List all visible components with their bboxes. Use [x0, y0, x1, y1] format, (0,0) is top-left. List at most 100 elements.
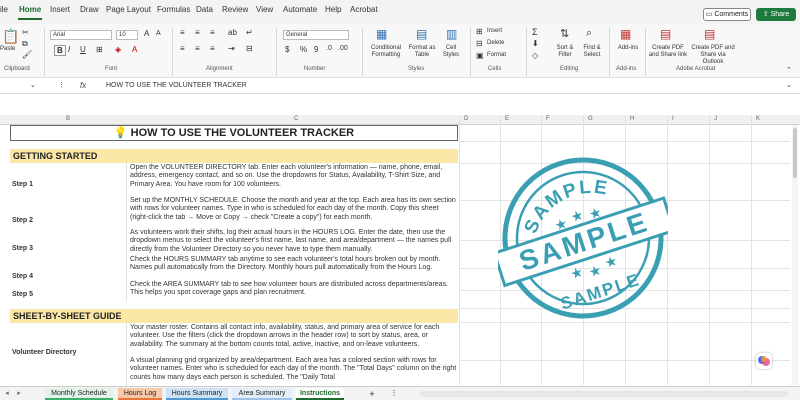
- section-header-sheet-guide[interactable]: SHEET-BY-SHEET GUIDE: [10, 309, 458, 323]
- cell-styles-button[interactable]: Cell Styles: [439, 45, 463, 59]
- column-header[interactable]: B: [66, 116, 70, 122]
- create-pdf-icon[interactable]: ▤: [660, 27, 671, 41]
- menu-draw[interactable]: Draw: [80, 5, 99, 14]
- share-button[interactable]: ⇪ Share: [756, 8, 796, 21]
- step-text[interactable]: As volunteers work their shifts, log the…: [130, 229, 458, 254]
- tab-hours-log[interactable]: Hours Log: [118, 388, 162, 400]
- step-text[interactable]: Check the AREA SUMMARY tab to see how vo…: [130, 281, 458, 298]
- guide-text[interactable]: Your master roster. Contains all contact…: [130, 324, 458, 349]
- step-label[interactable]: Step 3: [12, 245, 33, 252]
- sort-filter-icon[interactable]: ⇅: [560, 27, 569, 40]
- number-format-select[interactable]: General: [283, 30, 349, 40]
- cell-styles-icon[interactable]: ▥: [446, 27, 457, 41]
- create-pdf-outlook-button[interactable]: Create PDF and Share via Outlook: [690, 45, 736, 66]
- menu-acrobat[interactable]: Acrobat: [350, 5, 378, 14]
- clear-icon[interactable]: ◇: [532, 51, 538, 60]
- addins-icon[interactable]: ▦: [620, 27, 631, 41]
- menu-home[interactable]: Home: [19, 5, 41, 14]
- decrease-font-icon[interactable]: A: [156, 30, 161, 37]
- italic-button[interactable]: I: [68, 45, 70, 54]
- increase-decimal-icon[interactable]: .0: [326, 45, 332, 52]
- menu-file[interactable]: ile: [0, 5, 8, 14]
- menu-data[interactable]: Data: [196, 5, 213, 14]
- delete-cells-icon[interactable]: ⊟: [476, 39, 483, 48]
- create-pdf-share-link-button[interactable]: Create PDF and Share link: [648, 45, 688, 59]
- column-header[interactable]: E: [505, 116, 509, 122]
- fill-icon[interactable]: ⬇: [532, 39, 539, 48]
- bold-button[interactable]: B: [54, 45, 66, 56]
- cut-icon[interactable]: ✂: [22, 28, 29, 37]
- step-label[interactable]: Step 4: [12, 273, 33, 280]
- format-cells-icon[interactable]: ▣: [476, 51, 484, 60]
- format-table-icon[interactable]: ▤: [416, 27, 427, 41]
- copy-icon[interactable]: ⧉: [22, 39, 28, 49]
- delete-cells-button[interactable]: Delete: [487, 40, 504, 47]
- tab-instructions[interactable]: Instructions: [296, 388, 344, 400]
- font-name-select[interactable]: Arial: [50, 30, 112, 40]
- step-text[interactable]: Check the HOURS SUMMARY tab anytime to s…: [130, 256, 458, 273]
- step-label[interactable]: Step 5: [12, 291, 33, 298]
- more-sheets-icon[interactable]: ⋮: [390, 388, 398, 400]
- autosum-icon[interactable]: Σ: [532, 27, 538, 37]
- step-label[interactable]: Step 2: [12, 217, 33, 224]
- merge-icon[interactable]: ⊟: [246, 44, 253, 53]
- column-header[interactable]: G: [588, 116, 593, 122]
- align-right-icon[interactable]: ≡: [210, 44, 215, 53]
- sort-filter-button[interactable]: Sort & Filter: [553, 45, 577, 59]
- insert-cells-button[interactable]: Insert: [487, 28, 502, 35]
- orientation-icon[interactable]: ab: [228, 28, 237, 37]
- step-text[interactable]: Set up the MONTHLY SCHEDULE. Choose the …: [130, 197, 458, 222]
- tab-scroll-right-icon[interactable]: ▸: [14, 388, 24, 400]
- formula-content[interactable]: HOW TO USE THE VOLUNTEER TRACKER: [106, 82, 247, 89]
- align-middle-icon[interactable]: ≡: [195, 28, 200, 37]
- addins-button[interactable]: Add-ins: [614, 45, 642, 52]
- collapse-ribbon-icon[interactable]: ⌃: [786, 66, 792, 74]
- create-pdf-outlook-icon[interactable]: ▤: [704, 27, 715, 41]
- percent-button[interactable]: %: [300, 45, 307, 54]
- borders-icon[interactable]: ⊞: [96, 45, 103, 54]
- paste-label[interactable]: Paste: [0, 46, 15, 53]
- fill-color-icon[interactable]: ◈: [115, 45, 121, 54]
- title-cell[interactable]: 💡 HOW TO USE THE VOLUNTEER TRACKER: [10, 125, 458, 141]
- name-box-dropdown-icon[interactable]: ⌄: [30, 81, 36, 89]
- menu-formulas[interactable]: Formulas: [157, 5, 190, 14]
- format-cells-button[interactable]: Format: [487, 52, 506, 59]
- expand-formula-icon[interactable]: ⌄: [786, 81, 792, 89]
- increase-font-icon[interactable]: A: [144, 29, 149, 38]
- menu-view[interactable]: View: [256, 5, 273, 14]
- comments-button[interactable]: ▭ Comments: [703, 8, 751, 21]
- column-header[interactable]: I: [672, 116, 674, 122]
- fx-label[interactable]: fx: [80, 81, 86, 90]
- horizontal-scrollbar[interactable]: [420, 391, 788, 397]
- step-label[interactable]: Step 1: [12, 181, 33, 188]
- add-sheet-icon[interactable]: +: [366, 388, 378, 400]
- menu-help[interactable]: Help: [325, 5, 341, 14]
- align-center-icon[interactable]: ≡: [195, 44, 200, 53]
- decrease-decimal-icon[interactable]: .00: [338, 45, 348, 52]
- column-header[interactable]: D: [464, 116, 468, 122]
- guide-text[interactable]: A visual planning grid organized by area…: [130, 357, 458, 382]
- column-header[interactable]: K: [756, 116, 760, 122]
- conditional-formatting-button[interactable]: Conditional Formatting: [366, 45, 406, 59]
- section-header-getting-started[interactable]: GETTING STARTED: [10, 149, 458, 163]
- menu-review[interactable]: Review: [222, 5, 248, 14]
- find-select-button[interactable]: Find & Select: [580, 45, 604, 59]
- menu-page-layout[interactable]: Page Layout: [106, 5, 151, 14]
- paste-icon[interactable]: 📋: [2, 28, 19, 45]
- menu-insert[interactable]: Insert: [50, 5, 70, 14]
- tab-hours-summary[interactable]: Hours Summary: [166, 388, 228, 400]
- insert-cells-icon[interactable]: ⊞: [476, 27, 483, 36]
- scrollbar-thumb[interactable]: [793, 128, 797, 178]
- align-left-icon[interactable]: ≡: [180, 44, 185, 53]
- column-header[interactable]: H: [630, 116, 634, 122]
- align-bottom-icon[interactable]: ≡: [210, 28, 215, 37]
- indent-icon[interactable]: ⇥: [228, 44, 235, 53]
- menu-automate[interactable]: Automate: [283, 5, 317, 14]
- comma-button[interactable]: 9: [314, 45, 318, 54]
- tab-area-summary[interactable]: Area Summary: [232, 388, 292, 400]
- copilot-button[interactable]: [756, 353, 772, 369]
- find-select-icon[interactable]: ⌕: [586, 27, 592, 40]
- currency-button[interactable]: $: [285, 45, 289, 54]
- format-as-table-button[interactable]: Format as Table: [406, 45, 438, 59]
- column-header[interactable]: F: [546, 116, 550, 122]
